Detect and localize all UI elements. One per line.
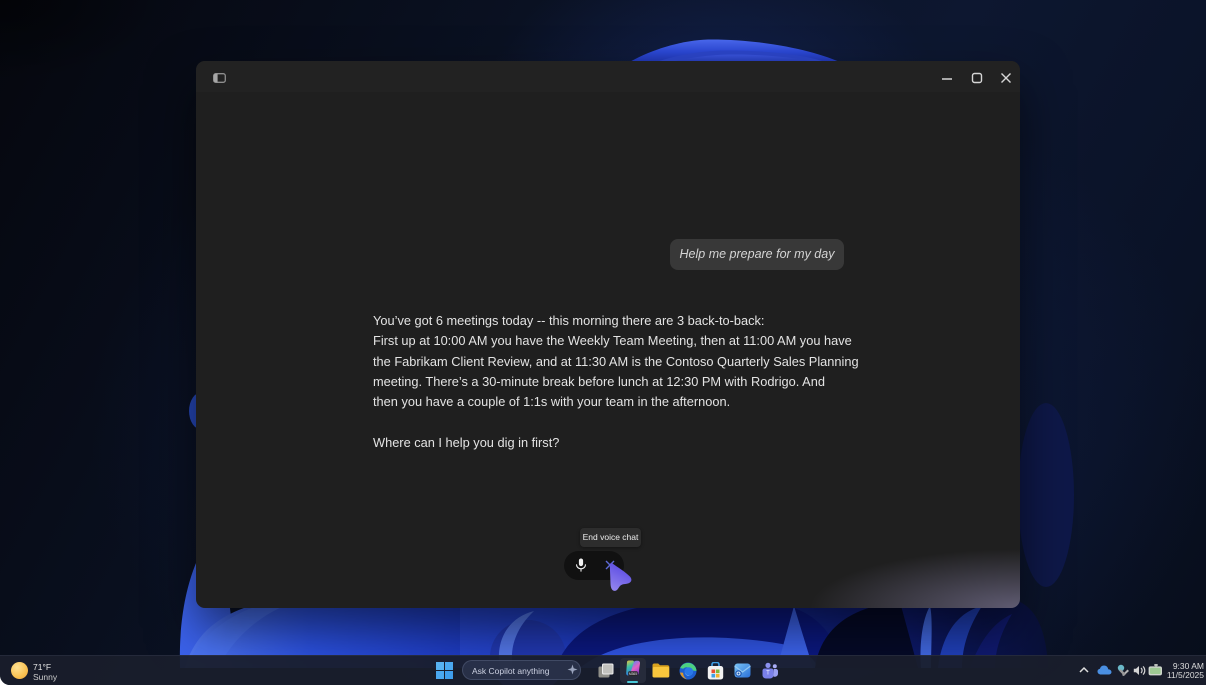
- svg-text:T: T: [766, 671, 770, 677]
- svg-text:M365: M365: [629, 672, 637, 676]
